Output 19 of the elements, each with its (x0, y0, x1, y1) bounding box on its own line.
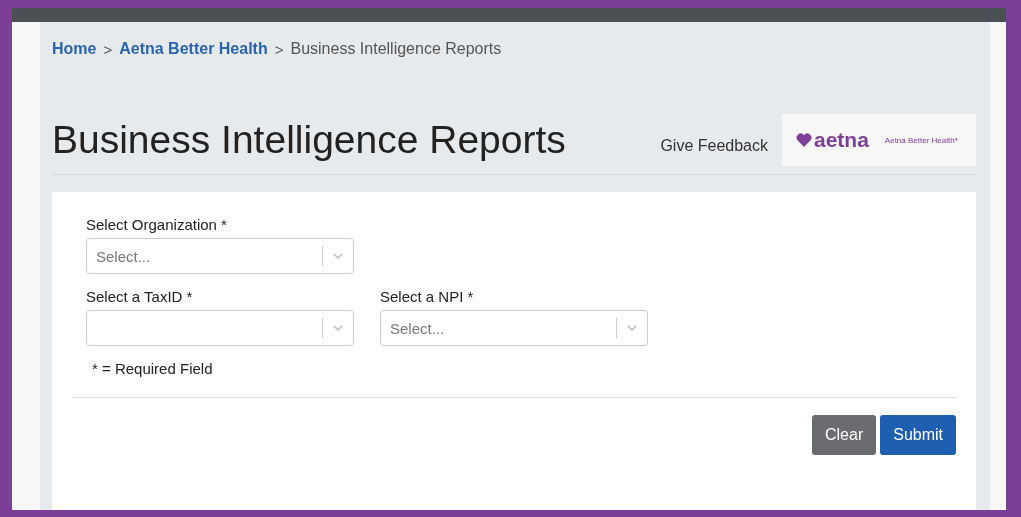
submit-button[interactable]: Submit (880, 415, 956, 455)
feedback-link[interactable]: Give Feedback (660, 137, 768, 155)
breadcrumb-link[interactable]: Aetna Better Health (119, 40, 268, 58)
field-label: Select a TaxID * (86, 288, 194, 305)
heart-icon (796, 133, 812, 147)
field-label: Select Organization * (86, 216, 228, 233)
logo-tagline: Aetna Better Health* (884, 135, 958, 145)
select-field[interactable]: Select... (86, 238, 354, 274)
breadcrumb-separator: > (103, 40, 113, 58)
required-note: * = Required Field (92, 360, 214, 377)
select-field[interactable]: Select... (380, 310, 648, 346)
breadcrumb-separator: > (274, 40, 284, 58)
clear-button[interactable]: Clear (811, 415, 877, 455)
breadcrumb-link[interactable]: Home (52, 40, 97, 58)
logo-wordmark: aetna (814, 128, 869, 152)
page-title: Business Intelligence Reports (52, 118, 567, 162)
select-field[interactable] (86, 310, 354, 346)
field-label: Select a NPI * (380, 288, 475, 305)
breadcrumb-current: Business Intelligence Reports (290, 40, 502, 58)
